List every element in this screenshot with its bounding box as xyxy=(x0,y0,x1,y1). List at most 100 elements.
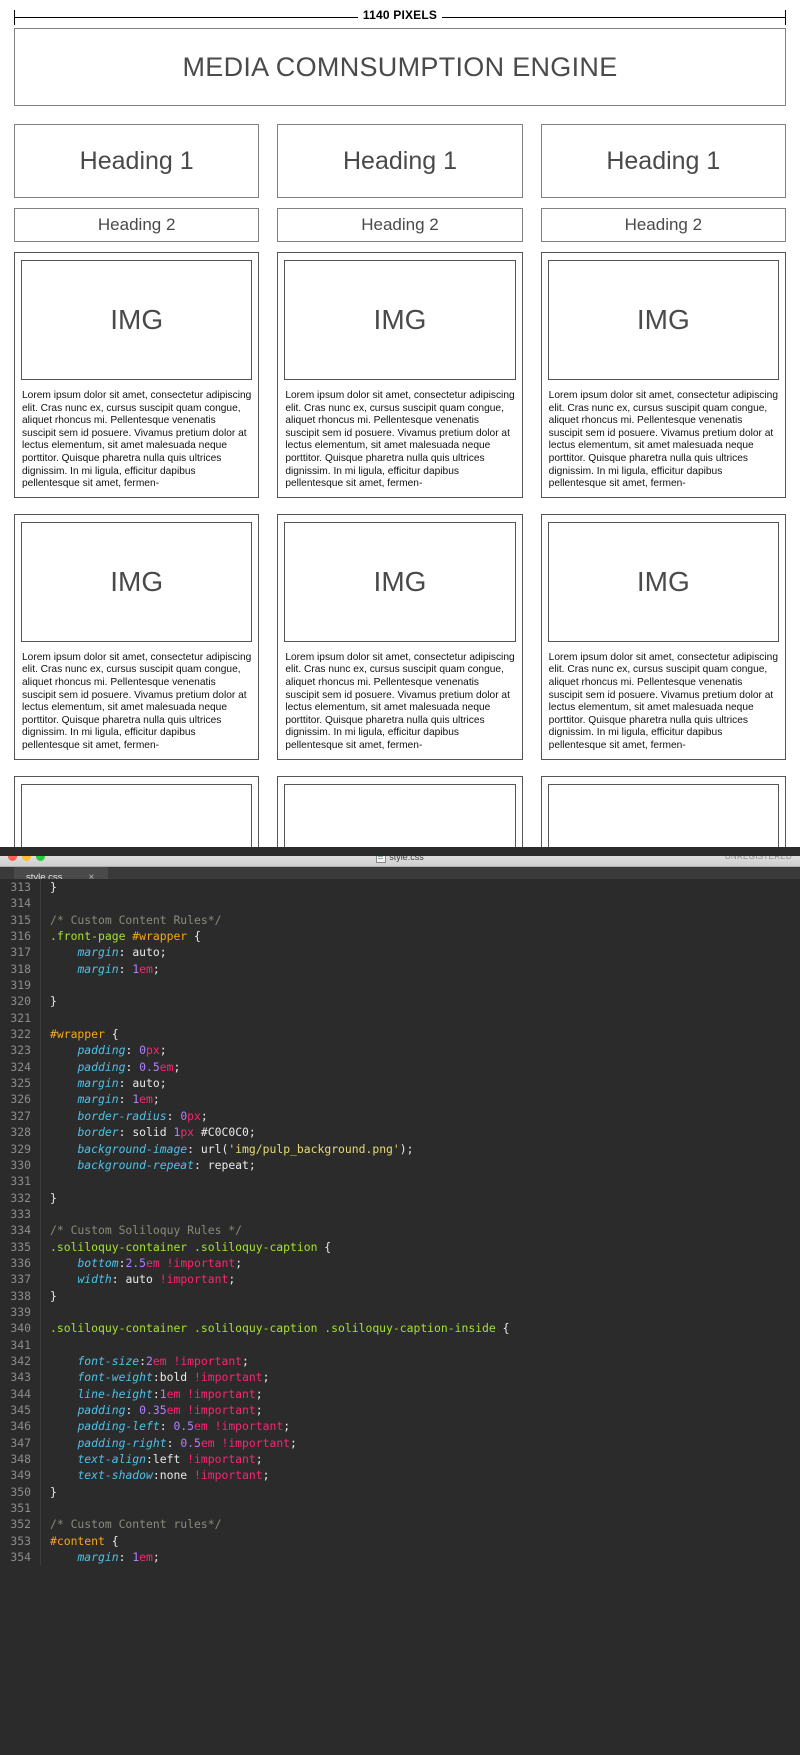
code-line-text[interactable]: margin: 1em; xyxy=(40,1091,800,1108)
code-line-text[interactable]: } xyxy=(40,879,800,896)
code-line[interactable]: 332} xyxy=(0,1189,800,1206)
code-token: /* Custom Soliloquy Rules */ xyxy=(50,1223,243,1238)
code-line[interactable]: 337 width: auto !important; xyxy=(0,1271,800,1288)
code-line[interactable]: 319 xyxy=(0,977,800,994)
code-line-text[interactable]: .soliloquy-container .soliloquy-caption … xyxy=(40,1238,800,1255)
code-line[interactable]: 339 xyxy=(0,1303,800,1321)
code-line[interactable]: 318 margin: 1em; xyxy=(0,960,800,978)
code-token: left xyxy=(152,1452,181,1467)
code-line[interactable]: 350} xyxy=(0,1483,800,1501)
code-line-text[interactable]: bottom:2.5em !important; xyxy=(40,1254,800,1272)
code-line-text[interactable] xyxy=(40,1205,800,1223)
code-line[interactable]: 314 xyxy=(0,895,800,912)
code-line[interactable]: 348 text-align:left !important; xyxy=(0,1451,800,1468)
code-line[interactable]: 329 background-image: url('img/pulp_back… xyxy=(0,1140,800,1157)
code-line[interactable]: 343 font-weight:bold !important; xyxy=(0,1369,800,1386)
code-line-text[interactable]: } xyxy=(40,1189,800,1206)
code-line-text[interactable]: /* Custom Content rules*/ xyxy=(40,1516,800,1533)
code-line-text[interactable]: font-size:2em !important; xyxy=(40,1352,800,1370)
code-line[interactable]: 349 text-shadow:none !important; xyxy=(0,1467,800,1484)
code-line-text[interactable] xyxy=(40,1303,800,1321)
code-line[interactable]: 346 padding-left: 0.5em !important; xyxy=(0,1418,800,1435)
code-line-text[interactable]: text-shadow:none !important; xyxy=(40,1467,800,1484)
code-line-text[interactable]: margin: auto; xyxy=(40,1075,800,1092)
code-line[interactable]: 330 background-repeat: repeat; xyxy=(0,1156,800,1174)
code-line-text[interactable]: } xyxy=(40,1483,800,1501)
code-line-text[interactable]: padding-left: 0.5em !important; xyxy=(40,1418,800,1435)
card-body-text: Lorem ipsum dolor sit amet, consectetur … xyxy=(548,390,778,490)
code-line-text[interactable]: font-weight:bold !important; xyxy=(40,1369,800,1386)
image-placeholder-label: IMG xyxy=(373,304,427,335)
code-token: #content xyxy=(50,1533,105,1548)
code-line[interactable]: 336 bottom:2.5em !important; xyxy=(0,1254,800,1272)
code-line-text[interactable]: .front-page #wrapper { xyxy=(40,928,800,945)
code-line-text[interactable]: border: solid 1px #C0C0C0; xyxy=(40,1124,800,1141)
code-line[interactable]: 342 font-size:2em !important; xyxy=(0,1352,800,1370)
code-line-text[interactable]: /* Custom Content Rules*/ xyxy=(40,911,800,929)
code-line-text[interactable] xyxy=(40,1500,800,1517)
code-line[interactable]: 353 #content { xyxy=(0,1532,800,1550)
code-line-text[interactable]: /* Custom Soliloquy Rules */ xyxy=(40,1222,800,1239)
code-line[interactable]: 351 xyxy=(0,1500,800,1517)
code-line-text[interactable]: background-image: url('img/pulp_backgrou… xyxy=(40,1140,800,1157)
code-line[interactable]: 331 xyxy=(0,1173,800,1190)
code-line-text[interactable]: .soliloquy-container .soliloquy-caption … xyxy=(40,1320,800,1337)
code-token: !important xyxy=(159,1255,236,1270)
code-line[interactable]: 341 xyxy=(0,1336,800,1353)
code-line-text[interactable]: background-repeat: repeat; xyxy=(40,1156,800,1174)
wireframe-body: MEDIA COMNSUMPTION ENGINE Heading 1 Head… xyxy=(14,28,786,847)
code-line-text[interactable]: padding: 0px; xyxy=(40,1042,800,1059)
code-line-text[interactable]: } xyxy=(40,1287,800,1304)
image-placeholder: IMG xyxy=(21,260,253,380)
code-line-text[interactable] xyxy=(40,1009,800,1027)
code-line[interactable]: 334 /* Custom Soliloquy Rules */ xyxy=(0,1222,800,1239)
code-line-text[interactable]: } xyxy=(40,993,800,1010)
code-line-text[interactable]: #wrapper { xyxy=(40,1026,800,1043)
code-token: auto xyxy=(132,1076,160,1091)
line-number: 336 xyxy=(0,1254,40,1272)
code-token: padding xyxy=(77,1059,126,1074)
code-line-text[interactable] xyxy=(40,1173,800,1190)
code-line[interactable]: 327 border-radius: 0px; xyxy=(0,1107,800,1125)
code-line[interactable]: 335 .soliloquy-container .soliloquy-capti… xyxy=(0,1238,800,1255)
code-line-text[interactable]: #content { xyxy=(40,1532,800,1550)
code-token: em xyxy=(194,1419,208,1434)
code-line[interactable]: 323 padding: 0px; xyxy=(0,1042,800,1059)
code-line[interactable]: 352 /* Custom Content rules*/ xyxy=(0,1516,800,1533)
code-line[interactable]: 333 xyxy=(0,1205,800,1223)
code-line[interactable]: 338} xyxy=(0,1287,800,1304)
code-line-text[interactable] xyxy=(40,1336,800,1353)
code-line-text[interactable]: margin: auto; xyxy=(40,944,800,961)
code-line[interactable]: 315 /* Custom Content Rules*/ xyxy=(0,911,800,929)
code-line[interactable]: 325 margin: auto; xyxy=(0,1075,800,1092)
code-line-text[interactable]: line-height:1em !important; xyxy=(40,1385,800,1402)
code-line-text[interactable]: border-radius: 0px; xyxy=(40,1107,800,1125)
code-line[interactable]: 340 .soliloquy-container .soliloquy-capti… xyxy=(0,1320,800,1337)
content-card: IMG Lorem ipsum dolor sit amet, consecte… xyxy=(540,252,786,498)
code-line-text[interactable]: padding-right: 0.5em !important; xyxy=(40,1434,800,1452)
code-line-text[interactable] xyxy=(40,895,800,912)
code-line-text[interactable]: text-align:left !important; xyxy=(40,1451,800,1468)
code-line[interactable]: 317 margin: auto; xyxy=(0,944,800,961)
code-line[interactable]: 324 padding: 0.5em; xyxy=(0,1058,800,1076)
code-line[interactable]: 328 border: solid 1px #C0C0C0; xyxy=(0,1124,800,1141)
code-line[interactable]: 313} xyxy=(0,879,800,896)
code-line[interactable]: 321 xyxy=(0,1009,800,1027)
code-line-text[interactable]: padding: 0.35em !important; xyxy=(40,1402,800,1419)
code-line[interactable]: 326 margin: 1em; xyxy=(0,1091,800,1108)
code-content-area[interactable]: 313} 314 315/* Custom Content Rules*/316.… xyxy=(0,879,800,1566)
code-line-text[interactable]: margin: 1em; xyxy=(40,960,800,978)
code-line-text[interactable]: width: auto !important; xyxy=(40,1271,800,1288)
code-line-text[interactable] xyxy=(40,977,800,994)
code-line[interactable]: 322 #wrapper { xyxy=(0,1026,800,1043)
image-placeholder-label: IMG xyxy=(110,304,164,335)
code-token: ; xyxy=(173,1059,181,1074)
code-line[interactable]: 316 .front-page #wrapper { xyxy=(0,928,800,945)
code-line-text[interactable]: margin: 1em; xyxy=(40,1549,800,1566)
code-line-text[interactable]: padding: 0.5em; xyxy=(40,1058,800,1076)
code-line[interactable]: 344 line-height:1em !important; xyxy=(0,1385,800,1402)
code-line[interactable]: 320} xyxy=(0,993,800,1010)
code-line[interactable]: 347 padding-right: 0.5em !important; xyxy=(0,1434,800,1452)
code-line[interactable]: 345 padding: 0.35em !important; xyxy=(0,1402,800,1419)
code-line[interactable]: 354 margin: 1em; xyxy=(0,1549,800,1566)
